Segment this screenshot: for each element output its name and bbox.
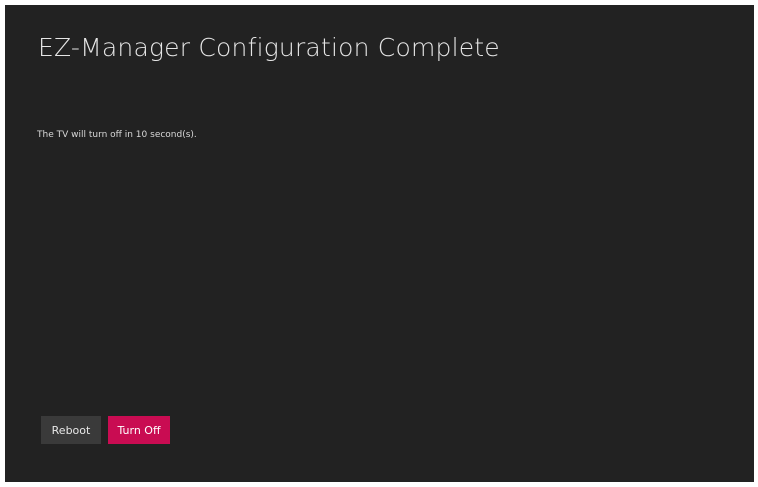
turn-off-button[interactable]: Turn Off bbox=[108, 416, 170, 444]
countdown-message: The TV will turn off in 10 second(s). bbox=[37, 130, 197, 140]
page-title: EZ-Manager Configuration Complete bbox=[38, 33, 500, 62]
reboot-button[interactable]: Reboot bbox=[41, 416, 101, 444]
tv-screen: EZ-Manager Configuration Complete The TV… bbox=[5, 5, 754, 482]
